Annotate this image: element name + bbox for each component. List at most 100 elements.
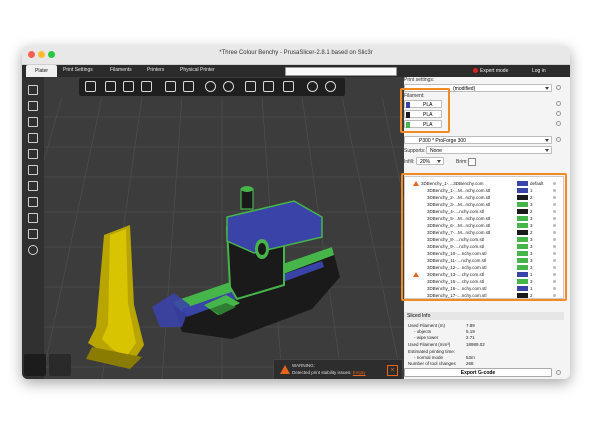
filament-combo-2[interactable]: PLA [404,110,442,118]
extruder-value[interactable]: 3 [530,223,533,228]
preview-button[interactable] [49,354,71,376]
settings-dot-icon[interactable] [553,182,556,185]
scale-icon[interactable] [28,101,38,111]
delete-icon[interactable] [105,81,116,92]
extruder-value[interactable]: 2 [530,209,533,214]
settings-dot-icon[interactable] [553,287,556,290]
extruder-value[interactable]: 3 [530,279,533,284]
gear-icon[interactable] [556,121,561,126]
seam-painting-icon[interactable] [28,181,38,191]
tab-printers[interactable]: Printers [147,67,164,73]
search-input[interactable] [285,67,397,76]
settings-dot-icon[interactable] [553,245,556,248]
extruder-value[interactable]: 2 [530,195,533,200]
redo-icon[interactable] [325,81,336,92]
object-row[interactable]: 3DBenchy_15-....chy.com.stl 3 [405,279,561,285]
settings-dot-icon[interactable] [553,203,556,206]
rotate-icon[interactable] [28,117,38,127]
gear-icon[interactable] [556,111,561,116]
object-row[interactable]: 3DBenchy_3-...M...nchy.com.stl 3 [405,202,561,208]
layers-editing-icon[interactable] [283,81,294,92]
extruder-value[interactable]: 3 [530,265,533,270]
gear-icon[interactable] [556,137,561,142]
extruder-value[interactable]: 3 [530,251,533,256]
export-gcode-button[interactable]: Export G-code [404,368,552,377]
object-row[interactable]: 3DBenchy_13-....chy.com.stl 1 [405,272,561,278]
upload-icon[interactable] [556,370,561,375]
gear-icon[interactable] [556,101,561,106]
extruder-value[interactable]: 3 [530,258,533,263]
paste-icon[interactable] [183,81,194,92]
add-instance-icon[interactable] [205,81,216,92]
expert-mode-selector[interactable]: Expert mode [480,68,508,74]
3d-viewport[interactable] [22,77,404,379]
object-row[interactable]: 3DBenchy_17-....nchy.com.stl 2 [405,293,561,299]
3d-view-button[interactable] [24,354,46,376]
cut-icon[interactable] [28,149,38,159]
tab-print-settings[interactable]: Print Settings [63,67,93,73]
extruder-value[interactable]: 2 [530,293,533,298]
settings-dot-icon[interactable] [553,238,556,241]
multimaterial-painting-icon[interactable] [28,197,38,207]
paint-supports-icon[interactable] [28,165,38,175]
extruder-value[interactable]: 3 [530,244,533,249]
object-row[interactable]: 3DBenchy_16-....nchy.com.stl 1 [405,286,561,292]
extruder-value[interactable]: 3 [530,202,533,207]
undo-icon[interactable] [307,81,318,92]
object-list[interactable]: 3DBenchy_1-....3DBenchy.com default 3DBenc… [404,176,564,299]
tab-filaments[interactable]: Filaments [110,67,132,73]
object-row[interactable]: 3DBenchy_1-...M...nchy.com.stl 1 [405,188,561,194]
benchy-model[interactable] [152,186,340,339]
gear-icon[interactable] [556,85,561,90]
object-row[interactable]: 3DBenchy_1-....3DBenchy.com default [405,181,561,187]
object-row[interactable]: 3DBenchy_4-....nchy.com.stl 2 [405,209,561,215]
extruder-value[interactable]: 1 [530,272,533,277]
split-objects-icon[interactable] [245,81,256,92]
settings-dot-icon[interactable] [553,196,556,199]
tab-plater[interactable]: Plater [26,65,58,77]
extruder-value[interactable]: 1 [530,286,533,291]
settings-dot-icon[interactable] [553,210,556,213]
emboss-icon[interactable] [28,213,38,223]
arrange-icon[interactable] [141,81,152,92]
supports-combo[interactable]: None [426,146,552,154]
delete-all-icon[interactable] [123,81,134,92]
login-button[interactable]: Log in [532,68,546,74]
infill-combo[interactable]: 20% [416,157,444,165]
settings-dot-icon[interactable] [553,294,556,297]
copy-icon[interactable] [165,81,176,92]
settings-dot-icon[interactable] [553,273,556,276]
tab-physical-printer[interactable]: Physical Printer [180,67,215,73]
move-icon[interactable] [28,85,38,95]
brim-checkbox[interactable] [468,158,476,166]
settings-dot-icon[interactable] [553,231,556,234]
measure-icon[interactable] [28,229,38,239]
add-icon[interactable] [85,81,96,92]
object-row[interactable]: 3DBenchy_10-....nchy.com.stl 3 [405,251,561,257]
settings-dot-icon[interactable] [553,280,556,283]
wipe-tower[interactable] [86,225,144,369]
settings-dot-icon[interactable] [553,224,556,227]
object-row[interactable]: 3DBenchy_12-....nchy.com.stl 3 [405,265,561,271]
object-row[interactable]: 3DBenchy_6-...M...nchy.com.stl 3 [405,223,561,229]
palette-icon[interactable] [28,245,38,255]
printer-combo[interactable]: P300 * ProForge 300 [404,136,552,144]
remove-instance-icon[interactable] [223,81,234,92]
extruder-value[interactable]: default [530,181,544,186]
object-row[interactable]: 3DBenchy_5-...M...nchy.com.stl 3 [405,216,561,222]
split-parts-icon[interactable] [263,81,274,92]
settings-dot-icon[interactable] [553,189,556,192]
object-row[interactable]: 3DBenchy_7-...M...nchy.com.stl 2 [405,230,561,236]
filament-combo-3[interactable]: PLA [404,120,442,128]
object-row[interactable]: 3DBenchy_11-....nchy.com.stl 3 [405,258,561,264]
settings-dot-icon[interactable] [553,259,556,262]
extruder-value[interactable]: 1 [530,188,533,193]
place-on-face-icon[interactable] [28,133,38,143]
close-icon[interactable]: × [387,365,398,376]
extruder-value[interactable]: 3 [530,216,533,221]
object-row[interactable]: 3DBenchy_2-...M...nchy.com.stl 2 [405,195,561,201]
settings-dot-icon[interactable] [553,252,556,255]
extruder-value[interactable]: 3 [530,237,533,242]
settings-dot-icon[interactable] [553,217,556,220]
object-row[interactable]: 3DBenchy_9-....nchy.com.stl 3 [405,244,561,250]
